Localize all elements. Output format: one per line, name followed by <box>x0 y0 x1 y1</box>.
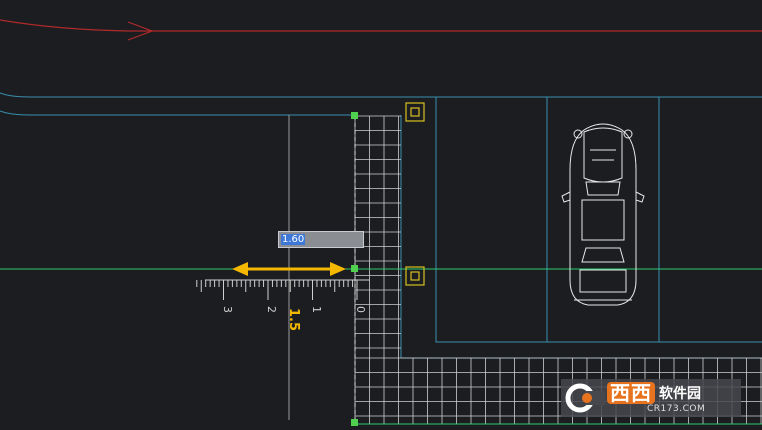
canvas-svg[interactable]: 3 2 1 0 1.5 <box>0 0 762 430</box>
endpoint-handle-icon[interactable] <box>351 112 358 119</box>
svg-text:1: 1 <box>310 306 323 313</box>
watermark-name: 软件园 <box>659 386 701 402</box>
watermark-mark-icon <box>565 381 605 415</box>
endpoint-handle-icon[interactable] <box>351 419 358 426</box>
ruler-label-3: 3 <box>221 306 234 313</box>
ruler-label-0: 0 <box>354 306 367 313</box>
length-input[interactable]: 1.60 <box>278 231 364 248</box>
svg-text:3: 3 <box>221 306 234 313</box>
tile-grid <box>354 115 762 424</box>
svg-text:0: 0 <box>354 306 367 313</box>
svg-text:2: 2 <box>265 306 278 313</box>
length-label: 1.5 <box>286 308 301 331</box>
car-icon[interactable] <box>561 123 645 306</box>
ruler-label-2: 2 <box>265 306 278 313</box>
watermark-url: CR173.COM <box>647 404 706 414</box>
svg-text:1.5: 1.5 <box>286 308 301 331</box>
path-arrow <box>0 19 762 41</box>
ruler-label-1: 1 <box>310 306 323 313</box>
watermark-brand: 西西 <box>607 382 655 404</box>
road-edge-lines <box>0 92 762 116</box>
endpoint-handle-icon[interactable] <box>351 265 358 272</box>
measure-ruler <box>196 279 370 300</box>
snap-square-icon[interactable] <box>405 102 425 122</box>
drawing-canvas[interactable]: 3 2 1 0 1.5 <box>0 0 762 430</box>
snap-square-icon[interactable] <box>405 266 425 286</box>
length-input-value[interactable]: 1.60 <box>281 234 306 245</box>
watermark-logo: 西西 软件园 CR173.COM <box>561 379 741 417</box>
